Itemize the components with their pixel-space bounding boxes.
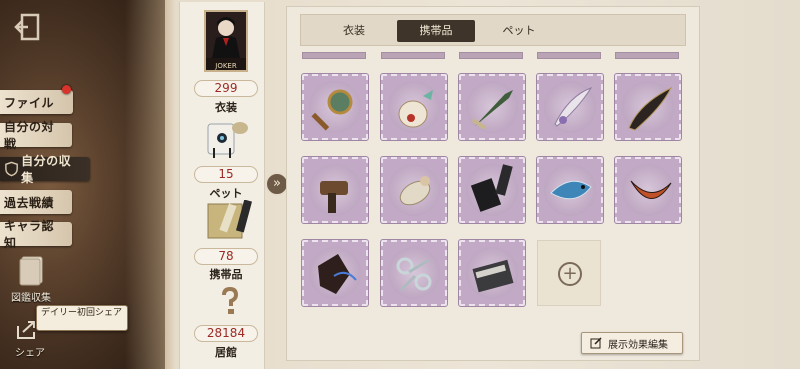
sidebar-item-label: キャラ認知 [4, 219, 55, 250]
hand-mirror-icon [311, 89, 353, 131]
collection-book-button[interactable] [18, 255, 46, 287]
portrait-name: JOKER [215, 62, 237, 70]
edit-button-label: 展示効果編集 [608, 339, 668, 351]
black-wing-icon [628, 86, 673, 131]
accessory-label: 携帯品 [209, 268, 243, 281]
accessory-card[interactable] [536, 73, 604, 141]
accessory-card[interactable] [380, 73, 448, 141]
sidebar-item-file[interactable]: ファイル [0, 90, 73, 114]
sidebar-item-character-recognition[interactable]: キャラ認知 [0, 219, 72, 250]
notification-dot [62, 85, 71, 94]
character-portrait[interactable]: JOKER [204, 10, 248, 72]
share-icon [17, 321, 35, 339]
sidebar-item-label: 自分の対戦 [4, 120, 55, 151]
sidebar-item-my-matches[interactable]: 自分の対戦 [0, 120, 72, 151]
collection-label: 図鑑収集 [11, 293, 51, 304]
previous-row-item [615, 52, 679, 59]
silver-scissors-icon [396, 257, 432, 292]
accessory-card[interactable] [301, 73, 369, 141]
accessory-card[interactable] [614, 73, 682, 141]
tab-accessory[interactable]: 携帯品 [397, 20, 475, 42]
accessory-card[interactable] [458, 239, 526, 307]
accessory-count: 78 [194, 248, 258, 265]
book-clip-icon [472, 259, 514, 293]
sidebar-item-label: 自分の収集 [21, 154, 72, 185]
potion-bottle-icon [398, 90, 433, 128]
previous-row-item [537, 52, 601, 59]
accessory-card[interactable] [380, 239, 448, 307]
tab-costume[interactable]: 衣装 [332, 20, 376, 42]
quill-feather-icon [554, 87, 593, 127]
accessory-thumbnail[interactable] [206, 199, 253, 246]
share-button[interactable] [14, 318, 38, 342]
pet-label: ペット [209, 187, 243, 200]
hammer-icon [320, 181, 348, 213]
sidebar-item-label: 過去戦績 [4, 195, 55, 210]
joker-portrait-icon [206, 12, 246, 58]
share-label: シェア [15, 348, 45, 359]
pet-thumbnail[interactable] [204, 116, 250, 162]
residence-label: 居館 [215, 346, 237, 359]
feather-dagger-icon [471, 90, 513, 130]
accessory-card[interactable] [301, 156, 369, 224]
previous-row-item [302, 52, 366, 59]
exit-icon [14, 13, 40, 41]
accessory-card[interactable] [458, 156, 526, 224]
orange-feather-icon [630, 180, 672, 199]
black-book-icon [470, 164, 513, 212]
book-icon [19, 256, 43, 286]
accessory-card[interactable] [301, 239, 369, 307]
question-mark-icon [222, 286, 239, 314]
share-tooltip: デイリー初回シェア [36, 305, 128, 331]
shield-icon [5, 161, 18, 177]
edit-display-effect-button[interactable]: 展示効果編集 [581, 332, 683, 354]
plus-icon: + [558, 262, 582, 286]
tab-pet[interactable]: ペット [497, 20, 541, 42]
blue-fish-icon [550, 180, 592, 200]
edit-icon [590, 337, 602, 349]
doll-icon [399, 176, 431, 206]
accessory-card[interactable] [458, 73, 526, 141]
residence-count: 28184 [194, 325, 258, 342]
costume-count: 299 [194, 80, 258, 97]
add-slot[interactable]: + [537, 240, 601, 306]
costume-label: 衣装 [215, 101, 237, 114]
wine-bottle-icon [207, 199, 253, 239]
previous-row-item [459, 52, 523, 59]
pet-jar-icon [207, 122, 248, 158]
sidebar-item-label: ファイル [4, 95, 55, 110]
sidebar-item-past-records[interactable]: 過去戦績 [0, 190, 72, 214]
tooltip-text: デイリー初回シェア [41, 308, 123, 318]
dark-cloth-icon [318, 254, 357, 294]
residence-thumbnail[interactable] [216, 286, 244, 316]
accessory-card[interactable] [380, 156, 448, 224]
previous-row-item [381, 52, 445, 59]
accessory-card[interactable] [536, 156, 604, 224]
pet-count: 15 [194, 166, 258, 183]
double-chevron-right-icon: » [273, 176, 281, 191]
sidebar-item-my-collection[interactable]: 自分の収集 [0, 154, 90, 185]
accessory-card[interactable] [614, 156, 682, 224]
exit-button[interactable] [12, 10, 46, 44]
